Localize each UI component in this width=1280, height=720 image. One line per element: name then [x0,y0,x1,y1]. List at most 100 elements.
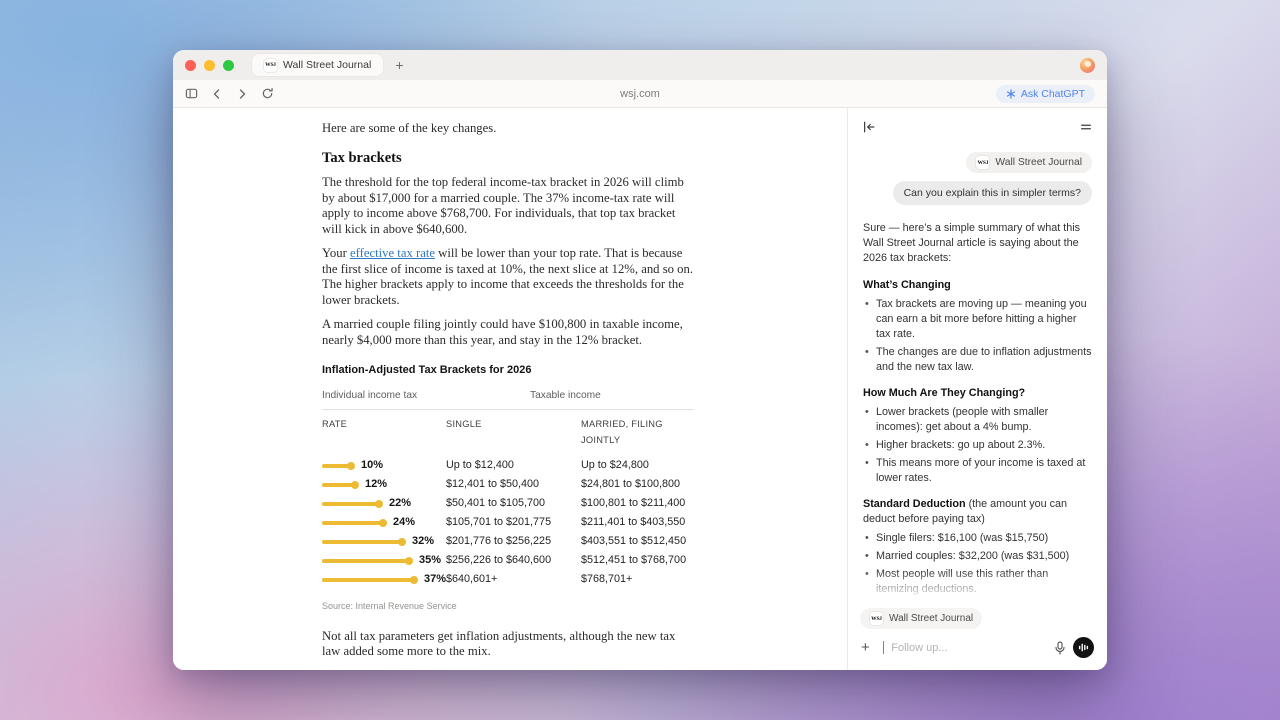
assistant-section-heading: What’s Changing [863,278,1092,293]
single-range: $50,401 to $105,700 [446,496,581,512]
reload-icon[interactable] [261,87,274,100]
minimize-window-button[interactable] [204,60,215,71]
wsj-chip-icon: WSJ [870,612,883,625]
browser-tab[interactable]: WSJ Wall Street Journal [252,54,383,76]
single-range: $12,401 to $50,400 [446,477,581,493]
single-range: $105,701 to $201,775 [446,515,581,531]
tab-sidebar-icon[interactable] [185,87,198,100]
article-paragraph: Your effective tax rate will be lower th… [322,246,694,308]
forward-icon[interactable] [236,88,248,100]
married-range: $512,451 to $768,700 [581,553,694,569]
tab-title: Wall Street Journal [283,59,371,71]
article-paragraph: The threshold for the top federal income… [322,175,694,237]
address-bar[interactable]: wsj.com [173,88,1107,100]
rate-label: 37% [424,572,446,588]
collapse-sidebar-icon[interactable] [862,120,876,134]
single-range: $640,601+ [446,572,581,588]
married-range: $403,551 to $512,450 [581,534,694,550]
chat-composer: + Follow up... [861,637,1094,658]
page-context-chip[interactable]: WSJ Wall Street Journal [966,152,1092,173]
context-chip-label: Wall Street Journal [995,157,1082,168]
assistant-sections: What’s Changing•Tax brackets are moving … [863,278,1092,603]
article-paragraph: A married couple filing jointly could ha… [322,317,694,348]
chat-footer: WSJ Wall Street Journal + Follow up... [848,603,1107,671]
column-header-single: SINGLE [446,417,581,448]
chat-header [848,108,1107,146]
rate-label: 12% [365,477,387,493]
close-window-button[interactable] [185,60,196,71]
chat-input[interactable]: Follow up... [891,642,1047,654]
tax-table-row: 22% $50,401 to $105,700$100,801 to $211,4… [322,494,694,513]
tax-table-row: 10% Up to $12,400Up to $24,800 [322,456,694,475]
user-message: Can you explain this in simpler terms? [893,181,1092,205]
assistant-bullet: •Most people will use this rather than i… [863,567,1092,597]
wsj-favicon-icon: WSJ [264,59,277,72]
chart-subtitle-left: Individual income tax [322,388,530,404]
single-range: $201,776 to $256,225 [446,534,581,550]
married-range: Up to $24,800 [581,458,694,474]
add-attachment-button[interactable]: + [861,640,870,655]
profile-avatar[interactable] [1080,58,1095,73]
chat-conversation[interactable]: WSJ Wall Street Journal Can you explain … [848,146,1107,603]
column-header-rate: RATE [322,417,446,448]
microphone-button[interactable] [1054,641,1066,655]
rate-bar [322,464,352,468]
rate-bar [322,578,415,582]
window-content: Here are some of the key changes. Tax br… [173,108,1107,670]
article-paragraph: Here are some of the key changes. [322,121,694,137]
rate-label: 24% [393,515,415,531]
rate-label: 10% [361,458,383,474]
rate-label: 22% [389,496,411,512]
rate-bar [322,559,410,563]
tax-brackets-chart: Inflation-Adjusted Tax Brackets for 2026… [322,363,694,615]
chat-options-icon[interactable] [1079,120,1093,134]
assistant-section-heading: How Much Are They Changing? [863,386,1092,401]
zoom-window-button[interactable] [223,60,234,71]
assistant-bullet: •Higher brackets: go up about 2.3%. [863,438,1092,453]
paragraph-text: Your [322,246,350,260]
assistant-section-heading: Standard Deduction (the amount you can d… [863,497,1092,527]
married-range: $100,801 to $211,400 [581,496,694,512]
assistant-bullet: •Single filers: $16,100 (was $15,750) [863,531,1092,546]
tax-table-row: 35% $256,226 to $640,600$512,451 to $768,… [322,551,694,570]
rate-bar [322,521,384,525]
chart-source: Source: Internal Revenue Service [322,599,694,615]
single-range: $256,226 to $640,600 [446,553,581,569]
rate-bar [322,540,403,544]
rate-bar [322,483,356,487]
assistant-bullet: •Married couples: $32,200 (was $31,500) [863,549,1092,564]
window-titlebar: WSJ Wall Street Journal + [173,50,1107,80]
tax-table-row: 37%$640,601+$768,701+ [322,570,694,589]
chart-subtitles: Individual income tax Taxable income [322,388,694,404]
article-paragraph: The child tax credit is now subject to a… [322,669,694,671]
new-tab-button[interactable]: + [395,58,403,72]
article-heading-tax-brackets: Tax brackets [322,151,694,167]
voice-mode-button[interactable] [1073,637,1094,658]
wsj-chip-icon: WSJ [976,156,989,169]
chart-divider [322,409,694,410]
rate-bar [322,502,380,506]
married-range: $211,401 to $403,550 [581,515,694,531]
tax-table-rows: 10% Up to $12,400Up to $24,800 12% $12,401 … [322,456,694,589]
article-pane: Here are some of the key changes. Tax br… [173,108,847,670]
composer-chip-label: Wall Street Journal [889,613,973,624]
ask-chatgpt-button[interactable]: Ask ChatGPT [996,85,1095,103]
composer-context-chip[interactable]: WSJ Wall Street Journal [861,609,981,628]
article-paragraph: Not all tax parameters get inflation adj… [322,629,694,660]
tax-table-row: 12% $12,401 to $50,400$24,801 to $100,800 [322,475,694,494]
assistant-bullet: •The changes are due to inflation adjust… [863,345,1092,375]
column-header-married: MARRIED, FILING JOINTLY [581,417,694,448]
browser-toolbar: wsj.com Ask ChatGPT [173,80,1107,108]
single-range: Up to $12,400 [446,458,581,474]
effective-tax-rate-link[interactable]: effective tax rate [350,246,435,260]
assistant-bullet: •This means more of your income is taxed… [863,456,1092,486]
rate-label: 32% [412,534,434,550]
assistant-message: Sure — here’s a simple summary of what t… [863,221,1092,603]
tax-table-row: 24% $105,701 to $201,775$211,401 to $403,… [322,513,694,532]
article-body: Here are some of the key changes. Tax br… [322,121,694,670]
rate-label: 35% [419,553,441,569]
tax-table-row: 32% $201,776 to $256,225$403,551 to $512,… [322,532,694,551]
chart-subtitle-right: Taxable income [530,388,601,404]
married-range: $24,801 to $100,800 [581,477,694,493]
back-icon[interactable] [211,88,223,100]
